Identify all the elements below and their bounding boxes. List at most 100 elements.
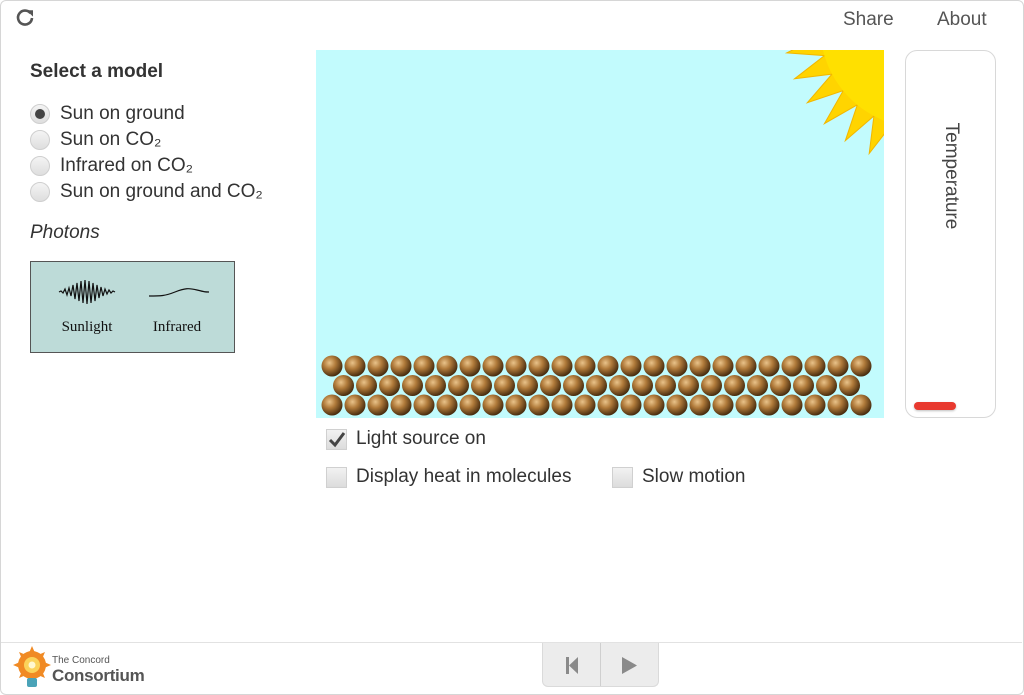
ground-molecule — [804, 355, 826, 377]
ground-molecule — [413, 394, 435, 416]
ground-molecule — [724, 375, 745, 396]
ground-molecule — [563, 375, 584, 396]
radio-button[interactable] — [30, 130, 50, 150]
ground-molecule — [448, 375, 469, 396]
temperature-gauge: Temperature — [905, 50, 996, 418]
reset-button[interactable] — [543, 643, 600, 686]
infrared-wave-icon — [148, 288, 210, 297]
checkbox[interactable] — [326, 428, 347, 450]
checkbox-label: Slow motion — [642, 466, 746, 487]
legend-item-sunlight: Sunlight — [37, 262, 137, 352]
reload-icon[interactable] — [14, 7, 36, 29]
ground-molecule — [425, 375, 446, 396]
ground-molecule — [390, 394, 412, 416]
legend-label-infrared: Infrared — [152, 319, 202, 335]
ground-molecule — [344, 355, 366, 377]
sunlight-wave-icon — [58, 279, 116, 305]
ground-molecule — [551, 355, 573, 377]
ground-molecule — [551, 394, 573, 416]
ground-molecule — [712, 355, 734, 377]
share-link[interactable]: Share — [843, 9, 894, 31]
logo-wordmark: The Concord Consortium — [52, 651, 145, 685]
ground-molecule — [597, 355, 619, 377]
ground-molecule — [390, 355, 412, 377]
ground-molecule — [816, 375, 837, 396]
ground-molecule — [494, 375, 515, 396]
ground-molecule — [597, 394, 619, 416]
ground-molecule — [666, 394, 688, 416]
logo-line2: Consortium — [52, 666, 145, 685]
ground-molecule — [827, 394, 849, 416]
radio-label: Sun on CO₂ — [60, 129, 162, 150]
sun-icon — [784, 50, 884, 156]
ground-molecule — [701, 375, 722, 396]
temperature-label: Temperature — [940, 122, 962, 230]
ground-molecule — [758, 355, 780, 377]
playback-controls — [542, 643, 659, 687]
ground-molecule — [781, 394, 803, 416]
ground-molecule — [333, 375, 354, 396]
about-link[interactable]: About — [937, 9, 987, 31]
radio-button[interactable] — [30, 156, 50, 176]
radio-sun-on-ground[interactable]: Sun on ground — [30, 102, 185, 126]
ground-molecule — [839, 375, 860, 396]
ground-molecule — [735, 394, 757, 416]
ground-molecule — [471, 375, 492, 396]
ground-molecule — [574, 355, 596, 377]
ground-molecule — [712, 394, 734, 416]
legend-item-infrared: Infrared — [127, 262, 227, 352]
slow-motion-toggle[interactable]: Slow motion — [612, 465, 746, 489]
ground-molecule — [482, 394, 504, 416]
ground-molecule — [689, 394, 711, 416]
radio-sun-on-co2[interactable]: Sun on CO₂ — [30, 128, 161, 152]
radio-button[interactable] — [30, 104, 50, 124]
radio-button[interactable] — [30, 182, 50, 202]
lightbulb-logo-icon — [13, 646, 51, 687]
ground-molecule — [505, 355, 527, 377]
radio-label: Sun on ground — [60, 103, 185, 124]
ground-molecule — [827, 355, 849, 377]
ground-molecule — [850, 394, 872, 416]
temperature-bar — [914, 402, 956, 410]
radio-infrared-on-co2[interactable]: Infrared on CO₂ — [30, 154, 193, 178]
checkbox[interactable] — [326, 466, 347, 488]
logo-line1: The Concord — [52, 655, 110, 666]
concord-consortium-logo[interactable]: The Concord Consortium — [12, 645, 162, 690]
play-button[interactable] — [601, 643, 658, 686]
radio-sun-on-ground-and-co2[interactable]: Sun on ground and CO₂ — [30, 180, 263, 204]
legend-label-sunlight: Sunlight — [61, 319, 113, 335]
ground-molecule — [379, 375, 400, 396]
display-heat-toggle[interactable]: Display heat in molecules — [326, 465, 571, 489]
ground-molecule — [793, 375, 814, 396]
ground-molecule — [528, 394, 550, 416]
ground-molecule — [666, 355, 688, 377]
play-icon — [622, 657, 637, 674]
ground-molecule — [321, 394, 343, 416]
ground-molecule — [620, 355, 642, 377]
checkbox[interactable] — [612, 466, 633, 488]
radio-label: Sun on ground and CO₂ — [60, 181, 263, 202]
ground-molecule — [678, 375, 699, 396]
photons-heading: Photons — [30, 222, 100, 243]
checkbox-label: Display heat in molecules — [356, 466, 572, 487]
simulation-canvas[interactable] — [316, 50, 884, 418]
ground-molecule — [781, 355, 803, 377]
ground-molecule — [770, 375, 791, 396]
ground-molecule — [540, 375, 561, 396]
ground-molecule — [609, 375, 630, 396]
ground-molecule — [758, 394, 780, 416]
ground-molecule — [367, 355, 389, 377]
ground-molecule — [655, 375, 676, 396]
ground-molecule — [482, 355, 504, 377]
light-source-toggle[interactable]: Light source on — [326, 427, 486, 451]
select-model-heading: Select a model — [30, 61, 164, 82]
ground-molecule — [517, 375, 538, 396]
ground-molecule — [643, 355, 665, 377]
checkbox-label: Light source on — [356, 428, 486, 449]
ground-molecule — [356, 375, 377, 396]
ground-molecule — [735, 355, 757, 377]
ground-molecule — [367, 394, 389, 416]
ground-molecule — [643, 394, 665, 416]
ground-molecule — [804, 394, 826, 416]
ground-molecules — [321, 355, 872, 416]
